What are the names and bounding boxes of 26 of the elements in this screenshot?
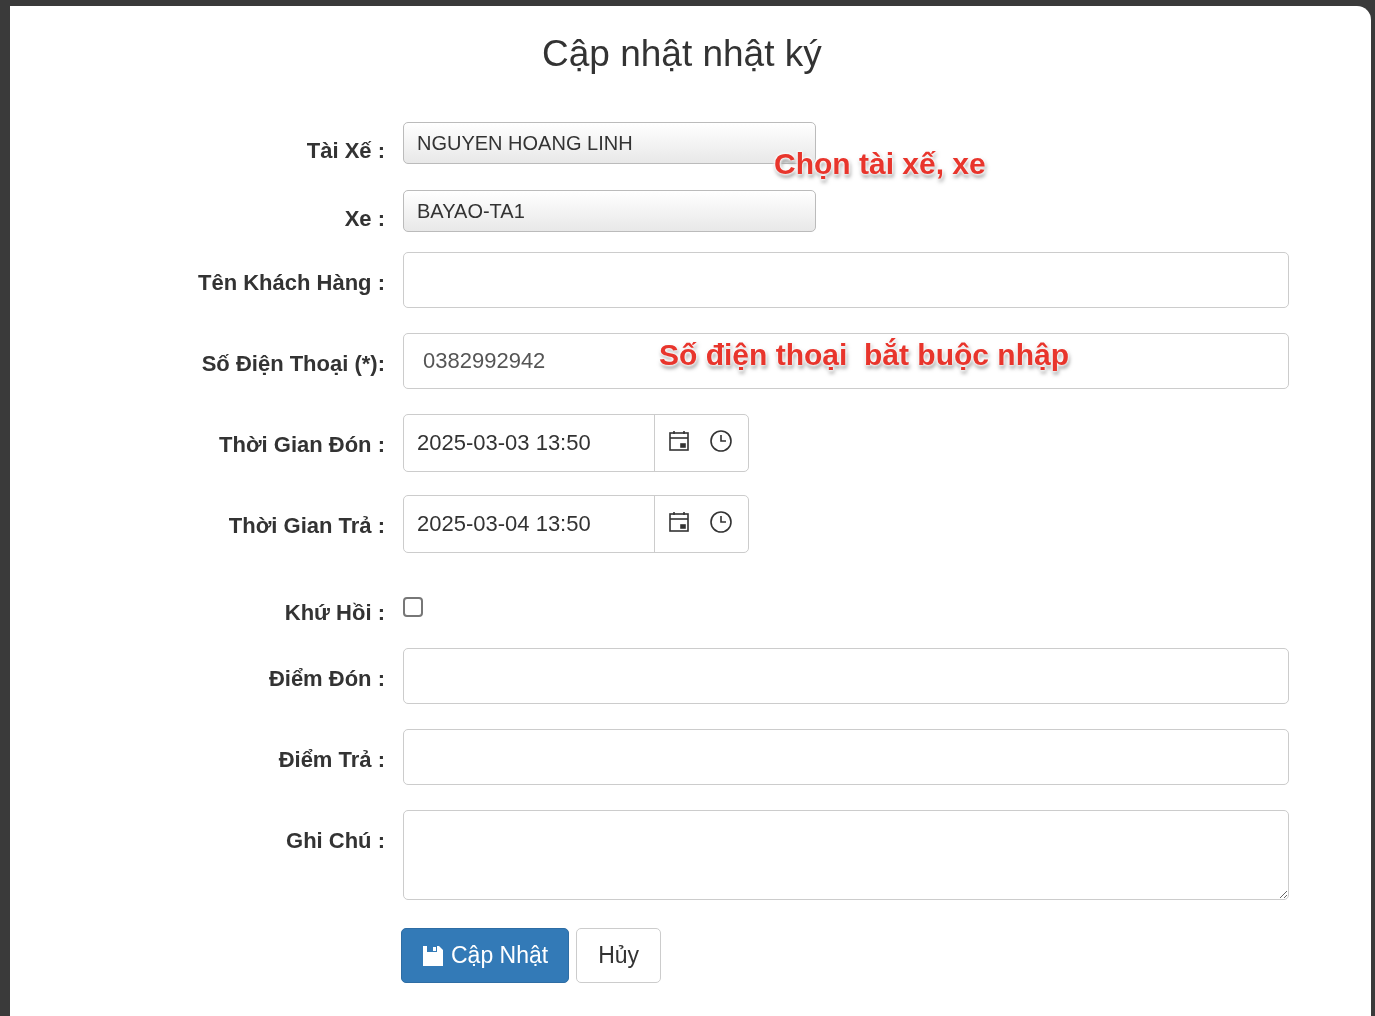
field-label: Điểm Đón :	[267, 665, 386, 693]
field-label: Tài Xế :	[305, 137, 386, 165]
checkbox[interactable]	[403, 597, 423, 617]
field-label: Thời Gian Trả :	[227, 512, 386, 540]
calendar-icon[interactable]	[667, 429, 691, 453]
input-field[interactable]	[403, 729, 1289, 785]
update-button[interactable]: Cập Nhật	[401, 928, 570, 983]
clock-icon[interactable]	[709, 510, 733, 534]
field-label: Xe :	[343, 205, 386, 233]
input-field[interactable]	[403, 252, 1289, 308]
dropdown-field[interactable]: BAYAO-TA1	[403, 190, 816, 232]
field-label: Điểm Trả :	[277, 746, 386, 774]
field-label: Khứ Hồi :	[283, 599, 386, 627]
cancel-button[interactable]: Hủy	[576, 928, 662, 983]
field-label: Ghi Chú :	[285, 827, 386, 855]
save-icon	[422, 944, 444, 967]
calendar-icon[interactable]	[667, 510, 691, 534]
input-field[interactable]	[403, 648, 1289, 704]
annotation-label: Số điện thoại bắt buộc nhập	[659, 337, 1069, 373]
field-label: Thời Gian Đón :	[218, 431, 386, 459]
clock-icon[interactable]	[709, 429, 733, 453]
field-label: Số Điện Thoại (*):	[200, 350, 386, 378]
field-label: Tên Khách Hàng :	[197, 269, 386, 297]
date-time-field[interactable]: 2025-03-03 13:50	[403, 414, 749, 472]
date-time-field[interactable]: 2025-03-04 13:50	[403, 495, 749, 553]
dialog-title: Cập nhật nhật ký	[542, 32, 822, 76]
